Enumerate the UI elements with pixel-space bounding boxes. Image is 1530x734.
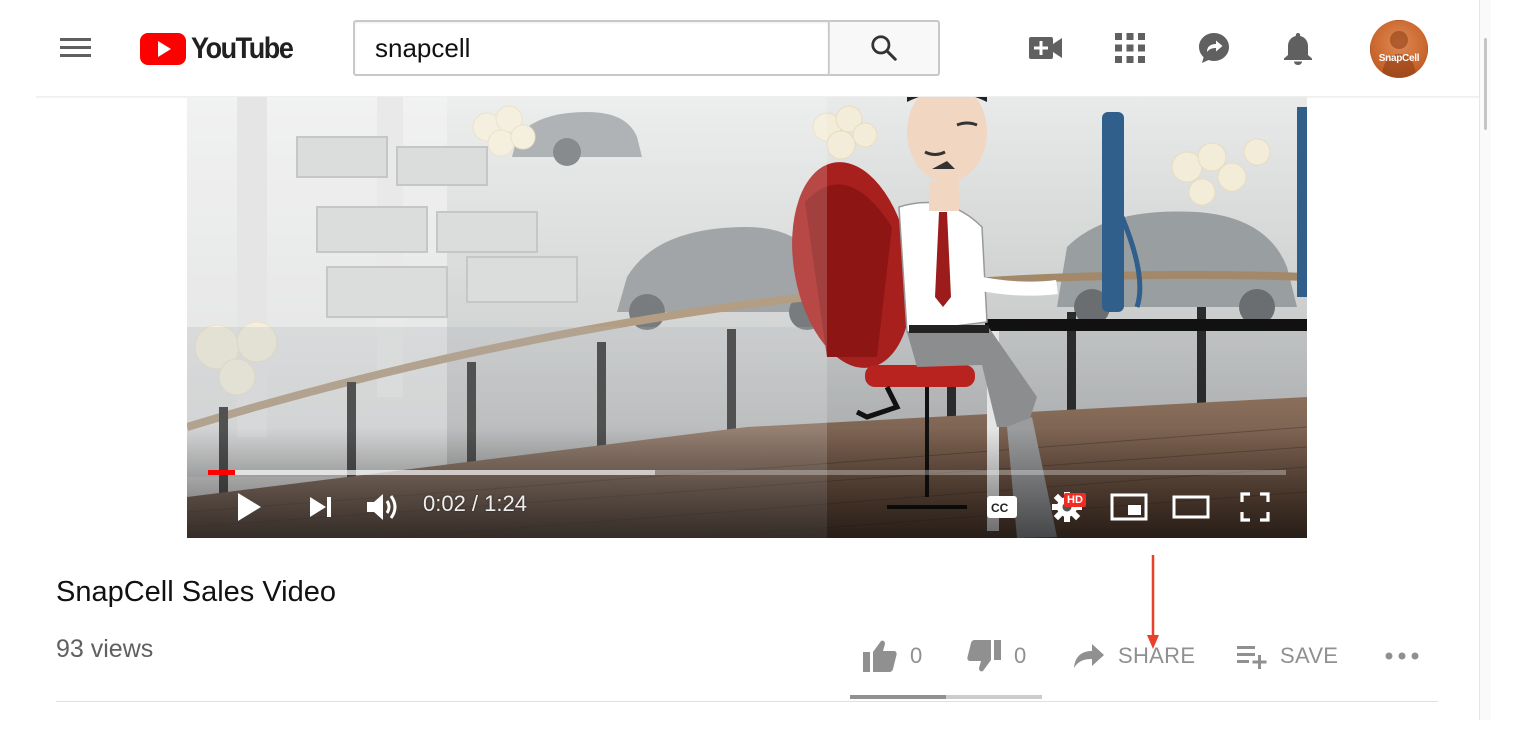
share-arrow-icon xyxy=(1074,644,1104,668)
video-title: SnapCell Sales Video xyxy=(56,576,336,608)
page-scrollbar[interactable] xyxy=(1479,0,1491,720)
search-bar xyxy=(353,20,940,76)
share-button[interactable]: SHARE xyxy=(1072,636,1195,676)
window-edge xyxy=(1491,0,1530,734)
thumbs-up-icon xyxy=(863,640,897,672)
search-icon xyxy=(871,35,897,61)
hamburger-menu-icon[interactable] xyxy=(58,34,96,62)
more-actions-button[interactable] xyxy=(1384,636,1420,676)
theater-mode-icon xyxy=(1172,495,1210,519)
view-count: 93 views xyxy=(56,635,154,663)
create-video-button[interactable] xyxy=(1026,28,1066,68)
save-label: SAVE xyxy=(1280,643,1339,668)
avatar-label: SnapCell xyxy=(1378,53,1420,64)
youtube-play-logo-icon xyxy=(140,33,186,65)
progress-bar[interactable] xyxy=(208,470,1286,475)
search-button[interactable] xyxy=(829,20,940,76)
more-horizontal-icon xyxy=(1385,652,1419,660)
youtube-wordmark: YouTube xyxy=(191,32,294,65)
like-button[interactable]: 0 xyxy=(862,636,923,676)
divider xyxy=(56,701,1438,702)
notifications-button[interactable] xyxy=(1278,28,1318,68)
scrollbar-thumb[interactable] xyxy=(1484,38,1487,130)
avatar-person-image xyxy=(1370,20,1428,78)
sentiment-bar xyxy=(850,695,1042,699)
messages-button[interactable] xyxy=(1194,28,1234,68)
sentiment-like-fill xyxy=(850,695,946,699)
time-display: 0:02 / 1:24 xyxy=(423,491,527,516)
play-button[interactable] xyxy=(229,487,269,527)
thumbs-down-icon xyxy=(967,640,1001,672)
annotation-arrow xyxy=(1147,555,1159,649)
add-to-playlist-icon xyxy=(1237,646,1267,669)
fullscreen-button[interactable] xyxy=(1233,487,1277,527)
apps-button[interactable] xyxy=(1110,28,1150,68)
messages-icon xyxy=(1199,33,1229,63)
hd-badge: HD xyxy=(1064,493,1086,507)
dislike-button[interactable]: 0 xyxy=(966,636,1027,676)
apps-grid-icon xyxy=(1115,33,1145,63)
create-video-icon xyxy=(1029,37,1062,59)
play-icon xyxy=(238,493,261,521)
masthead: YouTube snapcell SnapCell xyxy=(0,0,1484,97)
fullscreen-icon xyxy=(1240,492,1270,522)
like-count: 0 xyxy=(910,643,923,668)
dislike-count: 0 xyxy=(1014,643,1027,668)
video-player[interactable]: 0:02 / 1:24 CC HD xyxy=(187,97,1307,538)
volume-button[interactable] xyxy=(361,487,405,527)
captions-icon: CC xyxy=(987,496,1017,518)
next-button[interactable] xyxy=(301,487,341,527)
avatar[interactable]: SnapCell xyxy=(1370,20,1428,78)
progress-buffered xyxy=(208,470,656,475)
progress-played xyxy=(208,470,235,475)
miniplayer-icon xyxy=(1110,493,1148,521)
captions-button[interactable]: CC xyxy=(982,487,1022,527)
youtube-logo[interactable]: YouTube xyxy=(140,32,304,66)
next-icon xyxy=(310,497,331,517)
search-input[interactable] xyxy=(353,20,829,76)
volume-icon xyxy=(367,494,397,520)
notifications-bell-icon xyxy=(1284,33,1312,65)
theater-mode-button[interactable] xyxy=(1169,487,1213,527)
svg-text:CC: CC xyxy=(991,501,1009,515)
save-button[interactable]: SAVE xyxy=(1236,636,1338,676)
miniplayer-button[interactable] xyxy=(1107,487,1151,527)
